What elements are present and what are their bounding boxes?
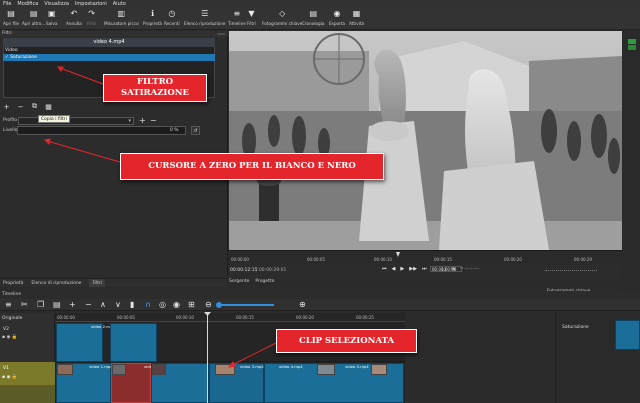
arrow-head	[57, 66, 64, 72]
arrow-head	[227, 361, 236, 368]
callout-arrows	[43, 66, 277, 368]
arrow-line	[231, 342, 277, 366]
arrow-line	[59, 67, 104, 85]
arrow-line	[46, 140, 121, 163]
arrow-head	[43, 138, 51, 146]
